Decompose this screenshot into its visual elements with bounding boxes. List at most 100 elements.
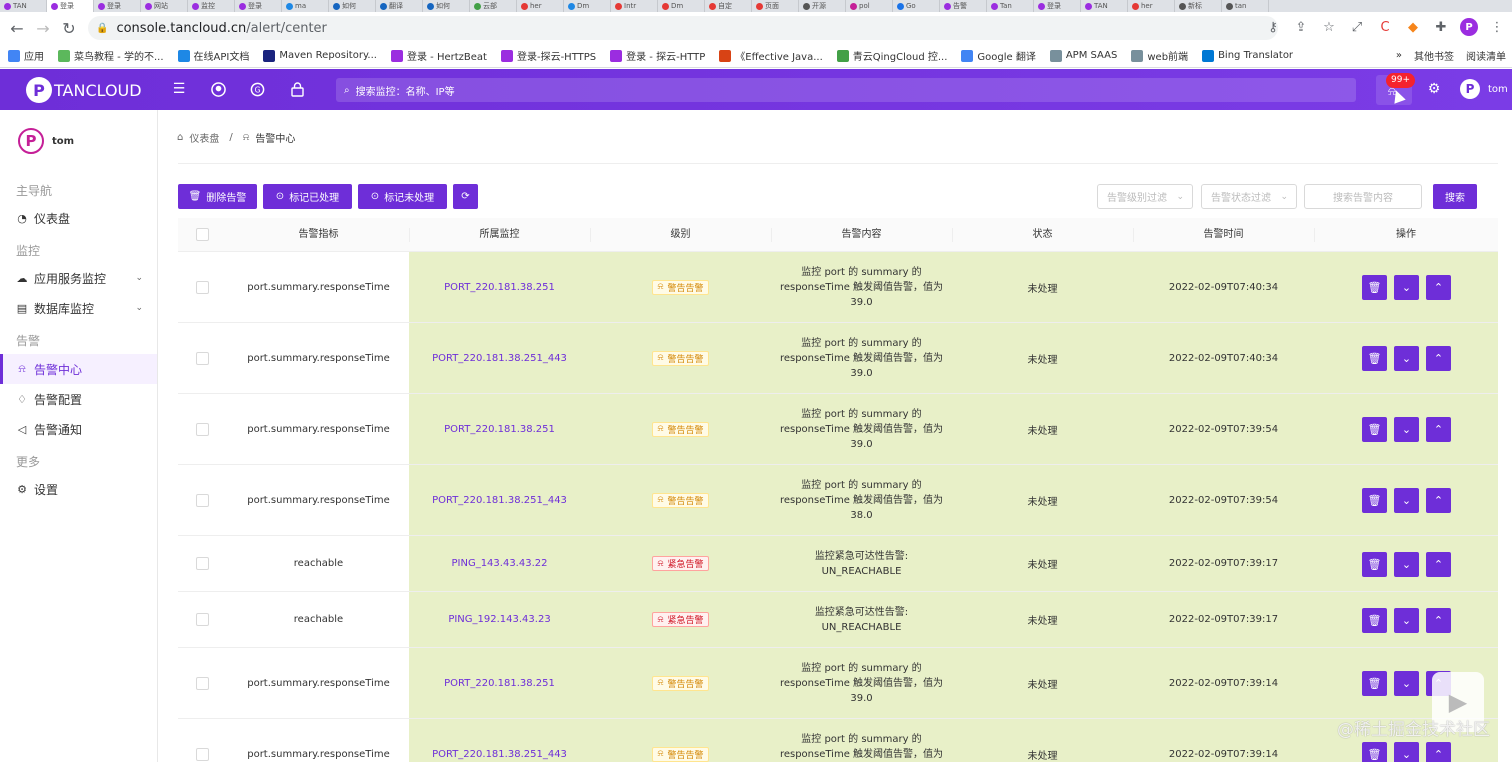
share-icon[interactable]: ⇪ [1292, 18, 1310, 36]
sidebar-item-db-monitor[interactable]: ▤ 数据库监控 ⌄ [0, 293, 157, 323]
table-row[interactable]: port.summary.responseTime PORT_220.181.38… [178, 252, 1498, 323]
bookmark-item[interactable]: APM SAAS [1049, 49, 1117, 62]
monitor-link[interactable]: PORT_220.181.38.251_443 [409, 719, 590, 762]
browser-tab[interactable]: TAN [0, 0, 47, 12]
row-checkbox[interactable] [196, 676, 209, 690]
extension-c-icon[interactable]: C [1376, 18, 1394, 36]
bookmark-item[interactable]: 《Effective Java... [719, 48, 823, 63]
lock-icon[interactable] [288, 80, 306, 98]
table-row[interactable]: port.summary.responseTime PORT_220.181.38… [178, 465, 1498, 536]
alert-search-input[interactable]: 搜索告警内容 [1304, 184, 1422, 209]
browser-tab[interactable]: 云部 [470, 0, 517, 12]
mark-done-row-button[interactable]: ⌄ [1394, 607, 1419, 633]
bookmark-right-item[interactable]: » [1396, 50, 1402, 61]
browser-tab[interactable]: 翻译 [376, 0, 423, 12]
table-row[interactable]: reachable PING_192.143.43.23 ⍾ 紧急告警 监控紧急可达性告… [178, 592, 1498, 648]
gear-icon[interactable]: ⚙ [1425, 80, 1443, 98]
mark-done-row-button[interactable]: ⌄ [1394, 671, 1419, 696]
delete-alerts-button[interactable]: 🗑 删除告警 [178, 184, 257, 209]
table-row[interactable]: port.summary.responseTime PORT_220.181.38… [178, 719, 1498, 762]
browser-tab[interactable]: 页面 [752, 0, 799, 12]
sidebar-item-alert-config[interactable]: ♢ 告警配置 [0, 384, 157, 414]
sidebar-item-dashboard[interactable]: ◔ 仪表盘 [0, 203, 157, 233]
mark-undone-row-button[interactable]: ⌃ [1426, 607, 1451, 633]
bookmark-right-item[interactable]: 其他书签 [1414, 48, 1454, 63]
header-search-input[interactable]: ⌕ 搜索监控：名称、IP等 [336, 78, 1356, 102]
mark-undone-row-button[interactable]: ⌃ [1426, 417, 1451, 442]
url-bar[interactable]: 🔒 console.tancloud.cn/alert/center [88, 16, 1278, 40]
delete-row-button[interactable]: 🗑 [1362, 417, 1387, 442]
menu-kebab-icon[interactable]: ⋮ [1488, 18, 1506, 36]
mark-done-row-button[interactable]: ⌄ [1394, 551, 1419, 577]
browser-tab[interactable]: 登录 [1034, 0, 1081, 12]
row-checkbox[interactable] [196, 747, 209, 761]
level-filter-select[interactable]: 告警级别过滤 ⌄ [1097, 184, 1193, 209]
sidebar-user[interactable]: P tom [18, 128, 74, 154]
google-icon[interactable]: G [248, 80, 266, 98]
browser-tab[interactable]: 开源 [799, 0, 846, 12]
browser-tab[interactable]: 告警 [940, 0, 987, 12]
sidebar-item-app-monitor[interactable]: ☁ 应用服务监控 ⌄ [0, 263, 157, 293]
sidebar-item-settings[interactable]: ⚙ 设置 [0, 474, 157, 504]
bookmark-item[interactable]: 登录 - HertzBeat [390, 48, 487, 63]
star-icon[interactable]: ☆ [1320, 18, 1338, 36]
bookmark-item[interactable]: Maven Repository... [263, 49, 377, 62]
browser-tab[interactable]: 新标 [1175, 0, 1222, 12]
bookmark-item[interactable]: 菜鸟教程 - 学的不... [58, 48, 164, 63]
row-checkbox[interactable] [196, 280, 209, 294]
bookmark-item[interactable]: Google 翻译 [961, 48, 1036, 63]
bookmark-item[interactable]: 青云QingCloud 控... [836, 48, 947, 63]
sidebar-item-alert-notice[interactable]: ◁ 告警通知 [0, 414, 157, 444]
browser-tab[interactable]: Dm [658, 0, 705, 12]
delete-row-button[interactable]: 🗑 [1362, 607, 1387, 633]
browser-tab[interactable]: ma [282, 0, 329, 12]
row-checkbox[interactable] [196, 422, 209, 436]
browser-tab[interactable]: 登录 [47, 0, 94, 12]
monitor-link[interactable]: PORT_220.181.38.251_443 [409, 465, 590, 535]
status-filter-select[interactable]: 告警状态过滤 ⌄ [1201, 184, 1297, 209]
delete-row-button[interactable]: 🗑 [1362, 275, 1387, 300]
back-icon[interactable]: ← [4, 15, 30, 41]
search-button[interactable]: 搜索 [1433, 184, 1477, 209]
bookmark-item[interactable]: Bing Translator [1202, 49, 1293, 62]
mark-done-row-button[interactable]: ⌄ [1394, 488, 1419, 513]
select-all-checkbox[interactable] [196, 228, 209, 241]
browser-tab[interactable]: TAN [1081, 0, 1128, 12]
delete-row-button[interactable]: 🗑 [1362, 551, 1387, 577]
breadcrumb-home[interactable]: 仪表盘 [189, 130, 219, 145]
bookmark-item[interactable]: 登录-探云-HTTPS [500, 48, 596, 63]
browser-tab[interactable]: her [1128, 0, 1175, 12]
browser-tab[interactable]: Tan [987, 0, 1034, 12]
row-checkbox[interactable] [196, 613, 209, 626]
reload-icon[interactable]: ↻ [56, 15, 82, 41]
mark-undone-row-button[interactable]: ⌃ [1426, 551, 1451, 577]
monitor-link[interactable]: PORT_220.181.38.251 [409, 648, 590, 718]
profile-avatar-icon[interactable]: P [1460, 18, 1478, 36]
mark-done-row-button[interactable]: ⌄ [1394, 742, 1419, 762]
mark-done-row-button[interactable]: ⌄ [1394, 417, 1419, 442]
browser-tab[interactable]: 网站 [141, 0, 188, 12]
browser-tab[interactable]: Intr [611, 0, 658, 12]
bookmark-item[interactable]: 应用 [8, 48, 44, 63]
browser-tab[interactable]: 自定 [705, 0, 752, 12]
bookmark-item[interactable]: 登录 - 探云-HTTP [610, 48, 705, 63]
mark-done-row-button[interactable]: ⌄ [1394, 275, 1419, 300]
puzzle-icon[interactable]: ✚ [1432, 18, 1450, 36]
mark-undone-row-button[interactable]: ⌃ [1426, 275, 1451, 300]
refresh-button[interactable]: ⟳ [453, 184, 478, 209]
menu-toggle-icon[interactable]: ☰ [170, 80, 188, 98]
row-checkbox[interactable] [196, 557, 209, 570]
mark-undone-row-button[interactable]: ⌃ [1426, 742, 1451, 762]
mark-undone-row-button[interactable]: ⌃ [1426, 488, 1451, 513]
header-user[interactable]: P tom [1460, 79, 1508, 99]
browser-tab[interactable]: 如何 [423, 0, 470, 12]
browser-tab[interactable]: 如何 [329, 0, 376, 12]
monitor-link[interactable]: PORT_220.181.38.251 [409, 394, 590, 464]
delete-row-button[interactable]: 🗑 [1362, 346, 1387, 371]
row-checkbox[interactable] [196, 493, 209, 507]
delete-row-button[interactable]: 🗑 [1362, 488, 1387, 513]
monitor-link[interactable]: PORT_220.181.38.251_443 [409, 323, 590, 393]
row-checkbox[interactable] [196, 351, 209, 365]
browser-tab[interactable]: 登录 [235, 0, 282, 12]
table-row[interactable]: port.summary.responseTime PORT_220.181.38… [178, 648, 1498, 719]
